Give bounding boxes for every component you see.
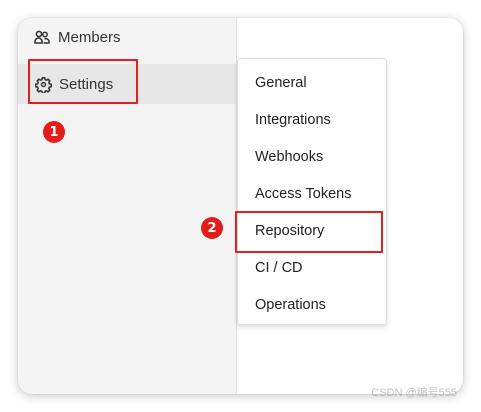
gear-icon: [33, 74, 53, 94]
submenu-item-label: General: [255, 74, 307, 91]
sidebar-item-settings[interactable]: Settings: [18, 64, 237, 104]
submenu-item-label: CI / CD: [255, 259, 303, 276]
submenu-item-ci-cd[interactable]: CI / CD: [238, 249, 388, 286]
submenu-item-label: Webhooks: [255, 148, 324, 165]
settings-submenu: General Integrations Webhooks Access Tok…: [237, 58, 387, 325]
submenu-item-webhooks[interactable]: Webhooks: [238, 138, 388, 175]
watermark-text: CSDN @编号555: [371, 387, 457, 399]
submenu-item-repository[interactable]: Repository: [238, 212, 388, 249]
step-2-badge: 2: [201, 217, 223, 239]
submenu-item-label: Repository: [255, 222, 325, 239]
sidebar-item-members[interactable]: Members: [18, 18, 237, 56]
submenu-item-access-tokens[interactable]: Access Tokens: [238, 175, 388, 212]
step-1-badge: 1: [43, 121, 65, 143]
sidebar-item-label: Members: [58, 28, 121, 46]
sidebar: Members Settings: [18, 18, 237, 394]
submenu-item-label: Integrations: [255, 111, 331, 128]
settings-menu-window: Members Settings General Integrations We…: [18, 18, 463, 394]
members-icon: [32, 27, 52, 47]
submenu-item-operations[interactable]: Operations: [238, 286, 388, 323]
submenu-item-label: Operations: [255, 296, 326, 313]
sidebar-item-label: Settings: [59, 75, 114, 93]
submenu-item-label: Access Tokens: [255, 185, 352, 202]
submenu-item-general[interactable]: General: [238, 64, 388, 101]
submenu-item-integrations[interactable]: Integrations: [238, 101, 388, 138]
